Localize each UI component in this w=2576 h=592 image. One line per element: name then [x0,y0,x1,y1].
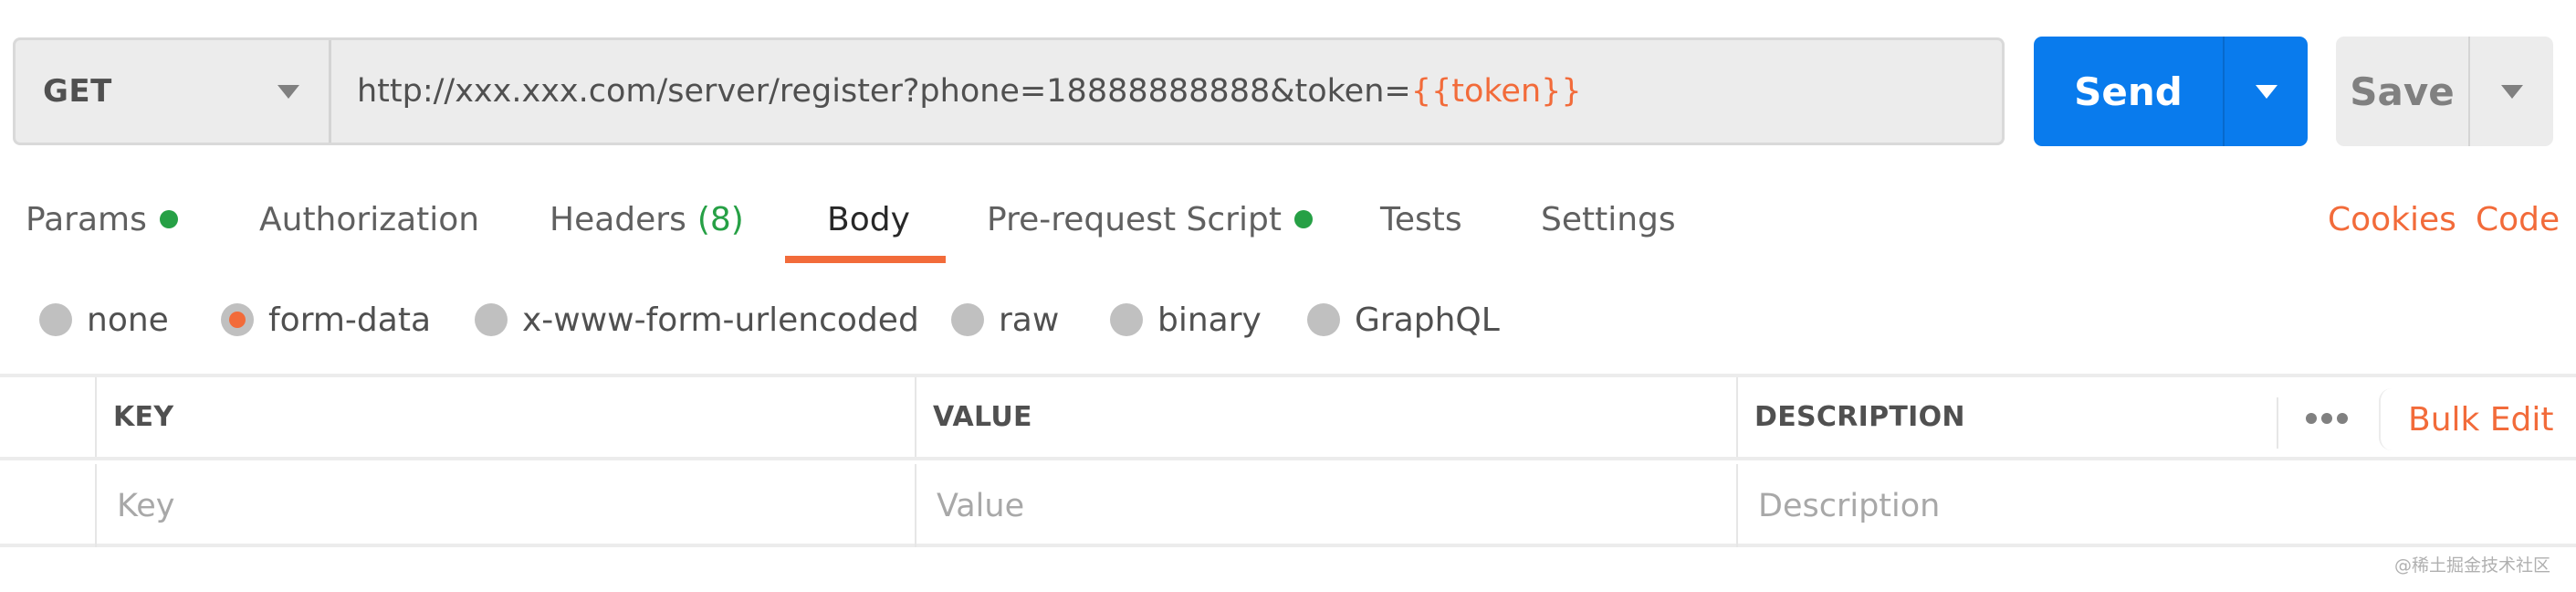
radio-circle-icon [1307,303,1340,336]
send-button[interactable]: Send [2034,37,2225,146]
divider [2277,397,2278,449]
row-checkbox-cell [0,464,96,547]
url-variable-token: {{token}} [1410,73,1582,110]
key-placeholder: Key [117,487,175,524]
tab-pre-request-script[interactable]: Pre-request Script [987,192,1313,247]
save-button[interactable]: Save [2336,37,2470,146]
save-button-group: Save [2336,37,2553,146]
code-link[interactable]: Code [2476,192,2560,247]
tab-authorization[interactable]: Authorization [259,192,479,247]
status-dot-icon [1293,210,1313,228]
tab-tests[interactable]: Tests [1380,192,1462,247]
key-input[interactable]: Key [95,464,915,547]
radio-none[interactable]: none [39,294,169,345]
table-header-row: KEY VALUE DESCRIPTION Bulk Edit [0,377,2576,460]
table-row: Key Value Description [0,464,2576,547]
method-select[interactable]: GET [16,40,331,143]
chevron-down-icon [2255,85,2278,99]
request-url-bar: GET http://xxx.xxx.com/server/register?p… [13,37,2005,145]
column-header-label: DESCRIPTION [1754,401,1965,433]
send-button-group: Send [2034,37,2308,146]
chevron-down-icon [277,85,299,99]
tab-label: Tests [1380,200,1462,238]
tab-label: Settings [1541,200,1676,238]
bulk-edit-button[interactable]: Bulk Edit [2379,388,2554,450]
radio-label: form-data [268,301,432,339]
tab-params[interactable]: Params [26,192,178,247]
radio-circle-icon [475,303,508,336]
key-column-header: KEY [95,377,915,457]
tab-body[interactable]: Body [827,192,910,247]
headers-count-badge: (8) [696,200,744,238]
form-data-table: KEY VALUE DESCRIPTION Bulk Edit Key Valu… [0,374,2576,547]
tab-headers[interactable]: Headers (8) [550,192,744,247]
value-placeholder: Value [937,487,1025,524]
table-actions: Bulk Edit [2275,377,2576,460]
radio-label: raw [999,301,1060,339]
tab-label: Headers [550,200,686,238]
value-column-header: VALUE [915,377,1736,457]
tab-label: Body [827,200,910,238]
radio-circle-icon [39,303,72,336]
checkbox-column-header [0,377,96,457]
radio-x-www-form-urlencoded[interactable]: x-www-form-urlencoded [475,294,919,345]
radio-label: x-www-form-urlencoded [522,301,919,339]
radio-label: GraphQL [1355,301,1500,339]
radio-circle-icon [1110,303,1143,336]
radio-binary[interactable]: binary [1110,294,1262,345]
radio-label: binary [1157,301,1262,339]
column-header-label: KEY [113,401,174,433]
tab-label: Pre-request Script [987,200,1282,238]
more-options-icon[interactable] [2306,405,2348,432]
radio-raw[interactable]: raw [951,294,1059,345]
radio-label: none [87,301,169,339]
tab-label: Authorization [259,200,480,238]
url-input[interactable]: http://xxx.xxx.com/server/register?phone… [331,40,2002,143]
radio-checked-icon [221,303,254,336]
tab-settings[interactable]: Settings [1541,192,1676,247]
request-tabs: Params Authorization Headers (8) Body Pr… [0,192,2576,265]
radio-circle-icon [951,303,984,336]
tab-label: Params [26,200,147,238]
body-type-radio-group: none form-data x-www-form-urlencoded raw… [0,294,2576,345]
active-tab-indicator [785,256,946,263]
cookies-link[interactable]: Cookies [2328,192,2456,247]
watermark: @稀土掘金技术社区 [2393,555,2550,576]
method-label: GET [43,73,112,110]
status-dot-icon [159,210,178,228]
description-placeholder: Description [1758,487,1941,524]
value-input[interactable]: Value [915,464,1736,547]
send-options-dropdown[interactable] [2225,37,2308,146]
chevron-down-icon [2500,85,2523,99]
description-input[interactable]: Description [1736,464,2576,547]
radio-graphql[interactable]: GraphQL [1307,294,1500,345]
url-text: http://xxx.xxx.com/server/register?phone… [357,73,1411,110]
radio-form-data[interactable]: form-data [221,294,431,345]
column-header-label: VALUE [933,401,1032,433]
save-options-dropdown[interactable] [2470,37,2553,146]
